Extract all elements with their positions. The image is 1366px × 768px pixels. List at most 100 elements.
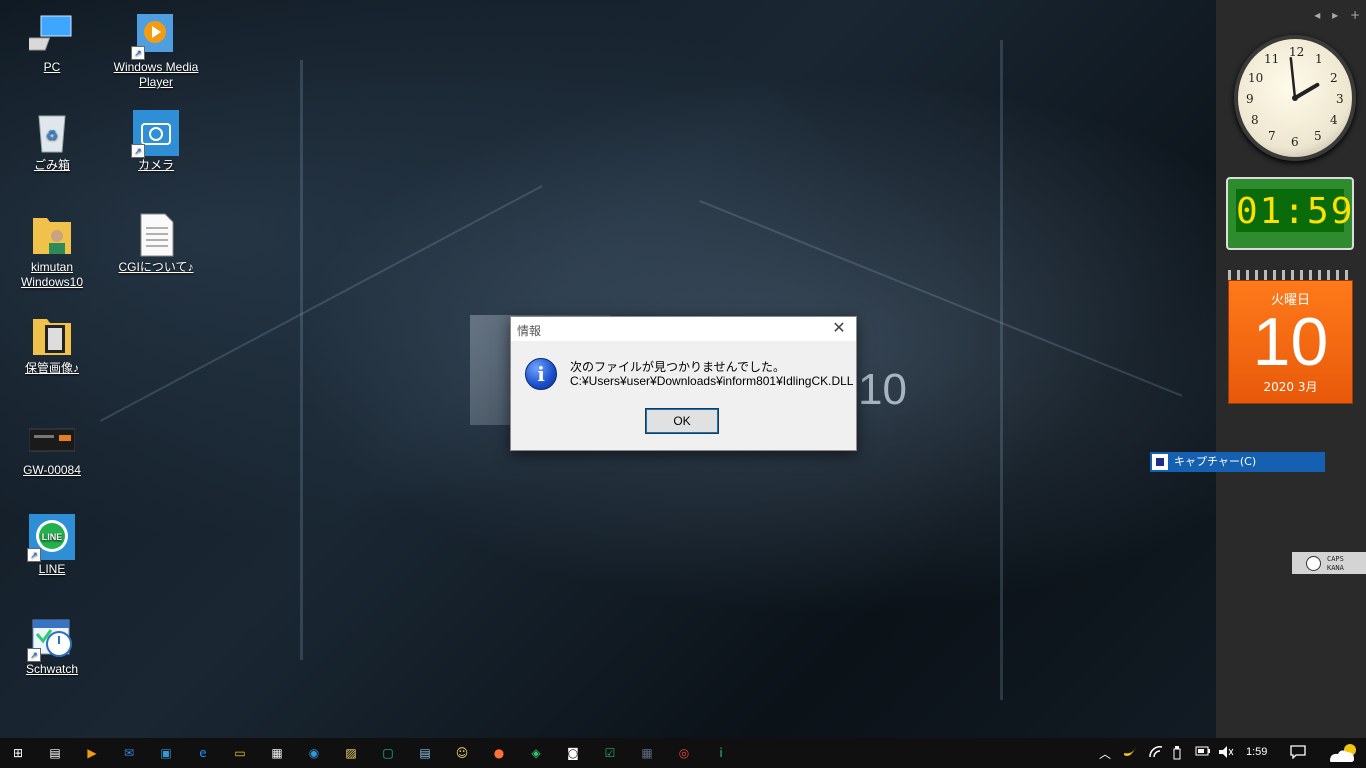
line-icon: LINE ↗ bbox=[27, 514, 75, 562]
mail-icon[interactable]: ✉ bbox=[119, 743, 139, 763]
taskbar: ⊞ ▤ ▶ ✉ ▣ e ▭ ▦ ◉ ▨ ▢ ▤ ☺ ● ◈ ◙ ☑ ▦ ◎ i ︿ 1:59 bbox=[0, 738, 1366, 768]
desktop-icon-kimutan[interactable]: kimutan Windows10 bbox=[7, 212, 97, 290]
ok-button[interactable]: OK bbox=[645, 408, 719, 434]
digital-clock[interactable]: 01:59 bbox=[1226, 177, 1354, 250]
user-folder-icon bbox=[29, 212, 75, 258]
desktop-icon-gw-00084[interactable]: GW-00084 bbox=[7, 415, 97, 478]
banana-icon[interactable] bbox=[1122, 745, 1138, 762]
desktop-icon-label: Schwatch bbox=[25, 662, 79, 676]
capture-menu-item[interactable]: キャプチャー(C) bbox=[1150, 452, 1325, 472]
prev-gadget-icon[interactable]: ◂ bbox=[1314, 8, 1320, 22]
weather-icon[interactable] bbox=[1326, 741, 1360, 768]
clock-hands bbox=[1289, 56, 1320, 101]
desktop-icon-label: Windows Media Player bbox=[113, 60, 199, 89]
desktop-icon-cgi[interactable]: CGIについて♪ bbox=[111, 212, 201, 275]
calendar-month: 2020 3月 bbox=[1263, 380, 1318, 394]
hour-hand bbox=[1293, 82, 1320, 100]
svg-text:♻: ♻ bbox=[46, 127, 59, 143]
taskbar-clock[interactable]: 1:59 bbox=[1246, 746, 1267, 758]
dialog-message: 次のファイルが見つかりませんでした。 bbox=[570, 360, 786, 374]
svg-text:LINE: LINE bbox=[42, 532, 63, 542]
app-window-icon[interactable]: ▣ bbox=[156, 743, 176, 763]
pc-icon bbox=[18, 12, 75, 58]
desktop-icon-schwatch[interactable]: ↗ Schwatch bbox=[7, 614, 97, 677]
desktop-icon-label: LINE bbox=[38, 562, 66, 576]
image-file-icon bbox=[28, 415, 76, 461]
media-player-icon: ↗ bbox=[131, 12, 179, 60]
image-folder-icon bbox=[29, 313, 75, 359]
dialog-titlebar[interactable]: 情報 ✕ bbox=[511, 317, 856, 341]
wallpaper-text: 10 bbox=[858, 365, 907, 414]
ime-caps-label: CAPS bbox=[1327, 555, 1344, 563]
battery-icon[interactable] bbox=[1195, 745, 1211, 760]
face-icon[interactable]: ☺ bbox=[452, 743, 472, 763]
calendar-clock-icon: ↗ bbox=[27, 614, 75, 662]
calendar-day: 10 bbox=[1252, 304, 1329, 380]
info-app-icon[interactable]: i bbox=[711, 743, 731, 763]
usb-icon[interactable] bbox=[1172, 745, 1182, 764]
next-gadget-icon[interactable]: ▸ bbox=[1332, 8, 1338, 22]
ime-toolbar[interactable]: CAPS KANA bbox=[1292, 552, 1366, 574]
edge-icon[interactable]: e bbox=[193, 743, 213, 763]
task-view-icon[interactable]: ▤ bbox=[45, 743, 65, 763]
recycle-bin-icon: ♻ bbox=[29, 110, 75, 156]
desktop-icon-label: PC bbox=[43, 60, 61, 74]
analog-clock[interactable]: 12 1 2 3 4 5 6 7 8 9 10 11 bbox=[1234, 35, 1356, 161]
minute-hand bbox=[1289, 56, 1297, 100]
desktop-icon-label: カメラ bbox=[137, 158, 174, 172]
volume-muted-icon[interactable] bbox=[1218, 745, 1234, 762]
desktop-icon-label: 保管画像♪ bbox=[24, 361, 79, 375]
ime-kana-label: KANA bbox=[1327, 564, 1344, 572]
desktop-icon-line[interactable]: LINE ↗ LINE bbox=[7, 514, 97, 577]
checklist-icon[interactable]: ☑ bbox=[600, 743, 620, 763]
digital-clock-display: 01:59 bbox=[1236, 189, 1355, 232]
desktop-icon-label: kimutan Windows10 bbox=[20, 260, 84, 289]
digital-clock-time: 01:59 bbox=[1236, 191, 1355, 232]
ime-mode-icon bbox=[1306, 556, 1321, 571]
firefox-icon[interactable]: ● bbox=[489, 743, 509, 763]
desktop-icon-recycle-bin[interactable]: ♻ ごみ箱 bbox=[7, 110, 97, 173]
shortcut-arrow-icon: ↗ bbox=[131, 144, 145, 158]
tray-overflow-icon[interactable]: ︿ bbox=[1099, 745, 1111, 762]
photo-icon[interactable]: ▨ bbox=[341, 743, 361, 763]
shortcut-arrow-icon: ↗ bbox=[27, 548, 41, 562]
text-document-icon bbox=[133, 212, 179, 258]
shortcut-arrow-icon: ↗ bbox=[131, 46, 145, 60]
dialog-file-path: C:¥Users¥user¥Downloads¥inform801¥Idling… bbox=[570, 374, 854, 388]
add-gadget-icon[interactable]: + bbox=[1350, 8, 1360, 22]
wallpaper-streak bbox=[1000, 40, 1003, 700]
desktop-icon-pc[interactable]: PC bbox=[7, 12, 97, 75]
desktop-icon-label: GW-00084 bbox=[23, 463, 81, 477]
notification-icon[interactable] bbox=[1290, 745, 1306, 762]
chat-icon[interactable]: ◉ bbox=[304, 743, 324, 763]
desktop-icon-label: CGIについて♪ bbox=[118, 260, 194, 274]
calendar-icon[interactable]: ▦ bbox=[637, 743, 657, 763]
camera-icon[interactable]: ◙ bbox=[563, 743, 583, 763]
wallpaper-streak bbox=[300, 60, 303, 660]
wifi-icon[interactable] bbox=[1148, 745, 1164, 762]
clock-center bbox=[1292, 95, 1298, 101]
file-explorer-icon[interactable]: ▭ bbox=[230, 743, 250, 763]
info-icon: i bbox=[525, 358, 557, 390]
chrome-icon[interactable]: ◎ bbox=[674, 743, 694, 763]
feedly-icon[interactable]: ◈ bbox=[526, 743, 546, 763]
calendar-gadget[interactable]: 火曜日 10 2020 3月 bbox=[1228, 270, 1353, 404]
camera-icon: ↗ bbox=[131, 110, 179, 158]
desktop-icon-camera[interactable]: ↗ カメラ bbox=[111, 110, 201, 173]
capture-menu-label: キャプチャー(C) bbox=[1174, 455, 1257, 468]
desktop-icon-image-folder[interactable]: 保管画像♪ bbox=[7, 313, 97, 376]
store-icon[interactable]: ▦ bbox=[267, 743, 287, 763]
media-player-icon[interactable]: ▶ bbox=[82, 743, 102, 763]
desktop-icon-windows-media-player[interactable]: ↗ Windows Media Player bbox=[111, 12, 201, 90]
desktop-icon-label: ごみ箱 bbox=[33, 158, 70, 172]
sidebar-nav: ◂ ▸ + bbox=[1306, 8, 1360, 22]
info-dialog: 情報 ✕ i 次のファイルが見つかりませんでした。 C:¥Users¥user¥… bbox=[510, 316, 857, 451]
dialog-title: 情報 bbox=[517, 324, 542, 338]
start-icon[interactable]: ⊞ bbox=[8, 743, 28, 763]
capture-app-icon[interactable]: ▢ bbox=[378, 743, 398, 763]
shortcut-arrow-icon: ↗ bbox=[27, 648, 41, 662]
close-icon[interactable]: ✕ bbox=[822, 317, 856, 341]
notepad-icon[interactable]: ▤ bbox=[415, 743, 435, 763]
calendar-rings bbox=[1228, 270, 1353, 280]
calendar-page: 火曜日 10 2020 3月 bbox=[1228, 280, 1353, 404]
